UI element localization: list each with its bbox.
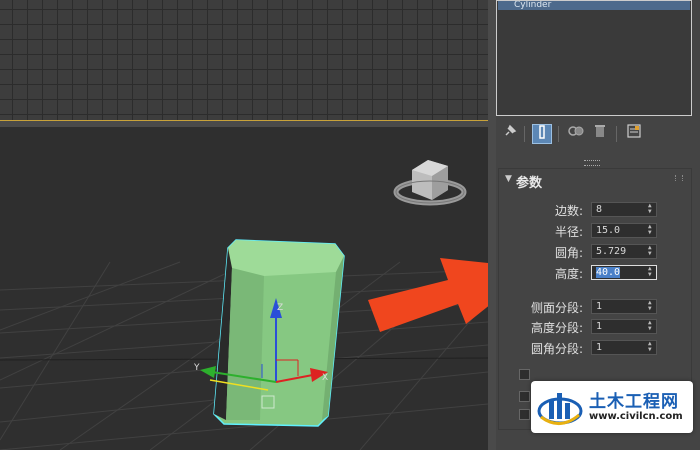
watermark-logo: 土木工程网 www.civilcn.com: [531, 381, 693, 433]
pin-stack-icon[interactable]: [500, 124, 520, 144]
toolbar-separator: [616, 126, 617, 142]
sides-spinner[interactable]: 8 ▲ ▼: [591, 202, 657, 217]
viewport-divider[interactable]: [0, 120, 490, 127]
civilcn-logo-icon: [537, 393, 583, 425]
param-side-segs: 侧面分段: 1 ▲ ▼: [499, 298, 691, 316]
modifier-toolbar: [496, 122, 700, 146]
checkbox[interactable]: [519, 409, 530, 420]
param-sides: 边数: 8 ▲ ▼: [499, 201, 691, 219]
watermark-name: 土木工程网: [589, 392, 679, 412]
param-label: 高度分段:: [530, 321, 583, 335]
radius-spinner[interactable]: 15.0 ▲ ▼: [591, 223, 657, 238]
gizmo-y-label: Y: [193, 363, 200, 373]
collapse-triangle-icon: ▼: [505, 174, 512, 184]
fillet-spinner[interactable]: 5.729 ▲ ▼: [591, 244, 657, 259]
param-fillet-segs: 圆角分段: 1 ▲ ▼: [499, 339, 691, 357]
toolbar-separator: [524, 126, 525, 142]
param-radius: 半径: 15.0 ▲ ▼: [499, 222, 691, 240]
param-height: 高度: 40.0 ▲ ▼: [499, 264, 691, 282]
side-segs-spinner[interactable]: 1 ▲ ▼: [591, 299, 657, 314]
rollout-grip-icon: [675, 175, 683, 181]
viewcube-icon[interactable]: [393, 160, 467, 206]
toolbar-separator: [558, 126, 559, 142]
panel-splitter[interactable]: [488, 0, 496, 450]
param-label: 高度:: [554, 267, 583, 281]
param-fillet: 圆角: 5.729 ▲ ▼: [499, 243, 691, 261]
checkbox[interactable]: [519, 391, 530, 402]
param-height-segs: 高度分段: 1 ▲ ▼: [499, 318, 691, 336]
param-label: 半径:: [554, 225, 583, 239]
modifier-stack[interactable]: Cylinder: [496, 0, 692, 116]
top-viewport[interactable]: [0, 0, 488, 120]
spinner-arrows-icon[interactable]: ▲ ▼: [648, 203, 654, 215]
make-unique-icon[interactable]: [566, 124, 586, 144]
height-segs-spinner[interactable]: 1 ▲ ▼: [591, 319, 657, 334]
spinner-arrows-icon[interactable]: ▲ ▼: [648, 341, 654, 353]
perspective-scene: Z Y X: [0, 160, 488, 450]
panel-grip[interactable]: [584, 160, 600, 166]
spinner-arrows-icon[interactable]: ▲ ▼: [648, 245, 654, 257]
remove-modifier-icon[interactable]: [590, 124, 610, 144]
param-label: 侧面分段:: [530, 301, 583, 315]
param-label: 边数:: [554, 204, 583, 218]
spinner-arrows-icon[interactable]: ▲ ▼: [648, 224, 654, 236]
show-end-result-icon[interactable]: [532, 124, 552, 144]
rollout-title: 参数: [516, 176, 543, 191]
checkbox[interactable]: [519, 369, 530, 380]
watermark-url: www.civilcn.com: [589, 411, 683, 422]
gizmo-z-label: Z: [277, 303, 283, 313]
param-label: 圆角:: [554, 246, 583, 260]
configure-modifier-sets-icon[interactable]: [624, 124, 644, 144]
height-spinner[interactable]: 40.0 ▲ ▼: [591, 265, 657, 280]
cylinder-object[interactable]: [213, 239, 345, 427]
spinner-arrows-icon[interactable]: ▲ ▼: [648, 320, 654, 332]
param-label: 圆角分段:: [530, 342, 583, 356]
spinner-arrows-icon[interactable]: ▲ ▼: [648, 266, 654, 278]
perspective-viewport[interactable]: Z Y X: [0, 127, 488, 450]
modifier-stack-item[interactable]: Cylinder: [498, 1, 690, 10]
gizmo-x-label: X: [322, 373, 328, 383]
fillet-segs-spinner[interactable]: 1 ▲ ▼: [591, 340, 657, 355]
parameters-rollout-header[interactable]: ▼ 参数: [499, 169, 691, 191]
spinner-arrows-icon[interactable]: ▲ ▼: [648, 300, 654, 312]
